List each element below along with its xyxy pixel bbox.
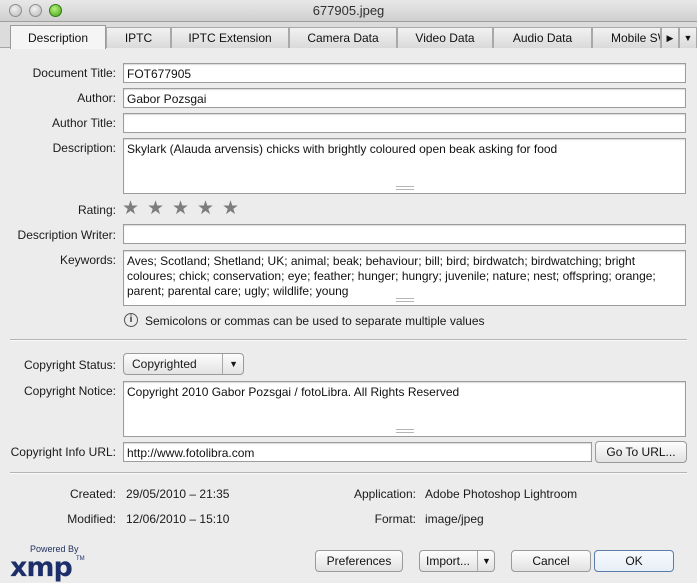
copyright-notice-textarea[interactable]: Copyright 2010 Gabor Pozsgai / fotoLibra… bbox=[123, 381, 686, 437]
modified-value: 12/06/2010 – 15:10 bbox=[126, 512, 230, 526]
description-writer-field[interactable] bbox=[123, 224, 686, 244]
copyright-notice-text: Copyright 2010 Gabor Pozsgai / fotoLibra… bbox=[127, 385, 460, 399]
tab-mobile-sw[interactable]: Mobile SW bbox=[592, 27, 661, 48]
application-label: Application: bbox=[353, 487, 416, 501]
tab-audio-data[interactable]: Audio Data bbox=[493, 27, 592, 48]
copyright-notice-resize-handle[interactable] bbox=[395, 429, 414, 433]
description-resize-handle[interactable] bbox=[395, 186, 414, 190]
go-to-url-button[interactable]: Go To URL... bbox=[595, 441, 687, 463]
divider bbox=[10, 339, 687, 341]
preferences-button[interactable]: Preferences bbox=[315, 550, 403, 572]
keywords-text: Aves; Scotland; Shetland; UK; animal; be… bbox=[127, 254, 656, 298]
keywords-resize-handle[interactable] bbox=[395, 298, 414, 302]
rating-star-2-icon[interactable]: ★ bbox=[147, 199, 164, 218]
dropdown-divider bbox=[222, 354, 223, 374]
author-field[interactable]: Gabor Pozsgai bbox=[123, 88, 686, 108]
modified-label: Modified: bbox=[67, 512, 116, 526]
description-text: Skylark (Alauda arvensis) chicks with br… bbox=[127, 142, 558, 156]
xmp-logo: xmp bbox=[10, 552, 73, 583]
tab-list-down-icon[interactable]: ▼ bbox=[679, 27, 697, 48]
import-button[interactable]: Import... ▼ bbox=[419, 550, 495, 572]
chevron-down-icon: ▼ bbox=[229, 359, 238, 369]
rating-star-5-icon[interactable]: ★ bbox=[222, 199, 239, 218]
rating-star-3-icon[interactable]: ★ bbox=[172, 199, 189, 218]
keywords-label: Keywords: bbox=[59, 253, 116, 267]
tab-iptc-extension[interactable]: IPTC Extension bbox=[171, 27, 289, 48]
tab-scroll-right-icon[interactable]: ▶ bbox=[661, 27, 679, 48]
xmp-trademark: TM bbox=[76, 556, 85, 562]
keywords-textarea[interactable]: Aves; Scotland; Shetland; UK; animal; be… bbox=[123, 250, 686, 306]
tab-bar: Description IPTC IPTC Extension Camera D… bbox=[0, 22, 697, 49]
tab-description[interactable]: Description bbox=[10, 25, 106, 49]
separator-hint-text: Semicolons or commas can be used to sepa… bbox=[145, 314, 485, 328]
chevron-down-icon[interactable]: ▼ bbox=[482, 551, 491, 571]
window-title: 677905.jpeg bbox=[312, 3, 385, 18]
format-label: Format: bbox=[374, 512, 416, 526]
author-label: Author: bbox=[77, 91, 116, 105]
title-bar: 677905.jpeg bbox=[0, 0, 697, 22]
cancel-button[interactable]: Cancel bbox=[511, 550, 591, 572]
copyright-notice-label: Copyright Notice: bbox=[23, 384, 116, 398]
description-label: Description: bbox=[52, 141, 116, 155]
created-value: 29/05/2010 – 21:35 bbox=[126, 487, 230, 501]
created-label: Created: bbox=[69, 487, 116, 501]
author-title-label: Author Title: bbox=[51, 116, 116, 130]
format-value: image/jpeg bbox=[425, 512, 484, 526]
import-split-divider bbox=[477, 551, 478, 571]
copyright-status-label: Copyright Status: bbox=[23, 358, 116, 372]
rating-star-1-icon[interactable]: ★ bbox=[122, 199, 139, 218]
copyright-status-value: Copyrighted bbox=[132, 357, 197, 371]
tab-video-data[interactable]: Video Data bbox=[397, 27, 493, 48]
description-textarea[interactable]: Skylark (Alauda arvensis) chicks with br… bbox=[123, 138, 686, 194]
copyright-url-field[interactable]: http://www.fotolibra.com bbox=[123, 442, 592, 462]
application-value: Adobe Photoshop Lightroom bbox=[425, 487, 578, 501]
rating-label: Rating: bbox=[77, 203, 116, 217]
ok-button[interactable]: OK bbox=[594, 550, 674, 572]
xmp-dialog-window: 677905.jpeg Description IPTC IPTC Extens… bbox=[0, 0, 697, 583]
tab-iptc[interactable]: IPTC bbox=[106, 27, 171, 48]
info-icon: i bbox=[124, 313, 138, 327]
description-writer-label: Description Writer: bbox=[17, 228, 116, 242]
import-button-label: Import... bbox=[426, 554, 471, 568]
tab-camera-data[interactable]: Camera Data bbox=[289, 27, 397, 48]
document-title-label: Document Title: bbox=[32, 66, 116, 80]
author-title-field[interactable] bbox=[123, 113, 686, 133]
divider bbox=[10, 472, 687, 474]
rating-star-4-icon[interactable]: ★ bbox=[197, 199, 214, 218]
copyright-url-label: Copyright Info URL: bbox=[10, 445, 116, 459]
document-title-field[interactable]: FOT677905 bbox=[123, 63, 686, 83]
copyright-status-dropdown[interactable]: Copyrighted ▼ bbox=[123, 353, 244, 375]
